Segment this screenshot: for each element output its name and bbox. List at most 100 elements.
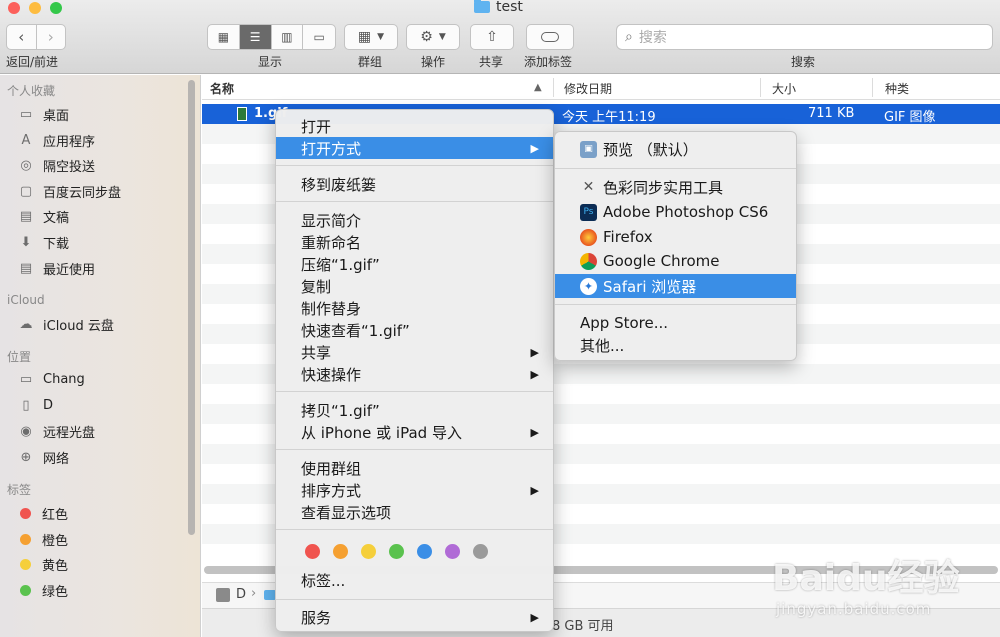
menu-item-copy[interactable]: 拷贝“1.gif” <box>276 399 553 421</box>
menu-item-share[interactable]: 共享 ▶ <box>276 341 553 363</box>
free-space: 8 GB 可用 <box>552 619 614 634</box>
sidebar-item-label: Chang <box>43 371 85 387</box>
add-tag-button[interactable] <box>526 24 574 50</box>
recents-icon: ▤ <box>19 261 33 276</box>
tag-red-dot[interactable] <box>305 544 320 559</box>
menu-item-rename[interactable]: 重新命名 <box>276 231 553 253</box>
icon-view-icon[interactable]: ▦ <box>208 25 240 49</box>
menu-item-label: 快速操作 <box>301 365 362 384</box>
tag-purple-dot[interactable] <box>445 544 460 559</box>
menu-item-label: 服务 <box>301 608 332 627</box>
firefox-icon <box>580 228 597 246</box>
menu-item-label: Safari 浏览器 <box>603 277 697 296</box>
folder-icon <box>474 0 490 13</box>
sort-arrow-icon: ▲ <box>534 82 542 93</box>
group-button[interactable]: ▦ ▼ <box>344 24 398 50</box>
sidebar-item-applications[interactable]: A 应用程序 <box>17 131 95 150</box>
menu-item-app-store[interactable]: App Store... <box>555 312 796 334</box>
app-preview[interactable]: ▣ 预览 （默认） <box>555 137 796 161</box>
gallery-view-icon[interactable]: ▭ <box>303 25 335 49</box>
sidebar-item-recents[interactable]: ▤ 最近使用 <box>17 259 95 278</box>
sidebar-item-documents[interactable]: ▤ 文稿 <box>17 207 69 226</box>
tag-orange-dot[interactable] <box>333 544 348 559</box>
sidebar-item-chang[interactable]: ▭ Chang <box>17 371 85 387</box>
orange-tag-dot <box>20 534 31 545</box>
app-safari[interactable]: ✦ Safari 浏览器 <box>555 274 796 298</box>
menu-item-quick-look[interactable]: 快速查看“1.gif” <box>276 319 553 341</box>
menu-item-duplicate[interactable]: 复制 <box>276 275 553 297</box>
tag-gray-dot[interactable] <box>473 544 488 559</box>
tags-header: 标签 <box>7 483 32 497</box>
column-modified[interactable]: 修改日期 <box>564 80 612 97</box>
app-firefox[interactable]: Firefox <box>555 225 796 249</box>
sidebar-tag-yellow[interactable]: 黄色 <box>17 555 68 574</box>
sidebar-item-airdrop[interactable]: ◎ 隔空投送 <box>17 156 95 175</box>
menu-item-other[interactable]: 其他... <box>555 334 796 356</box>
menu-item-label: 压缩“1.gif” <box>301 255 380 274</box>
close-button[interactable] <box>8 2 20 14</box>
forward-button[interactable]: › <box>37 25 66 49</box>
zoom-button[interactable] <box>50 2 62 14</box>
menu-item-services[interactable]: 服务 ▶ <box>276 606 553 628</box>
path-disk[interactable]: D <box>236 587 246 602</box>
menu-item-get-info[interactable]: 显示简介 <box>276 209 553 231</box>
menu-item-make-alias[interactable]: 制作替身 <box>276 297 553 319</box>
nav-label: 返回/前进 <box>6 55 59 69</box>
app-photoshop[interactable]: Ps Adobe Photoshop CS6 <box>555 200 796 224</box>
menu-item-open[interactable]: 打开 <box>276 115 553 137</box>
sidebar-tag-orange[interactable]: 橙色 <box>17 530 68 549</box>
column-kind[interactable]: 种类 <box>885 80 909 97</box>
menu-item-sort-by[interactable]: 排序方式 ▶ <box>276 479 553 501</box>
downloads-icon: ⬇ <box>20 235 32 250</box>
sidebar-item-desktop[interactable]: ▭ 桌面 <box>17 105 69 124</box>
sidebar-scrollbar[interactable] <box>188 80 195 535</box>
sidebar-item-label: iCloud 云盘 <box>43 319 114 334</box>
search-field[interactable]: ⌕ 搜索 <box>616 24 993 50</box>
sidebar-item-d[interactable]: ▯ D <box>17 397 53 413</box>
menu-separator <box>555 168 796 169</box>
menu-separator <box>276 529 553 530</box>
share-button[interactable]: ⇧ <box>470 24 514 50</box>
action-button[interactable]: ⚙ ▼ <box>406 24 460 50</box>
file-modified: 今天 上午11:19 <box>562 110 656 125</box>
app-chrome[interactable]: Google Chrome <box>555 249 796 273</box>
menu-item-label: 快速查看“1.gif” <box>301 321 410 340</box>
list-view-icon[interactable]: ☰ <box>239 25 272 49</box>
sidebar-tag-green[interactable]: 绿色 <box>17 581 68 600</box>
desktop-icon: ▭ <box>19 107 33 122</box>
menu-item-use-groups[interactable]: 使用群组 <box>276 457 553 479</box>
tag-green-dot[interactable] <box>389 544 404 559</box>
sidebar-item-remote-disc[interactable]: ◉ 远程光盘 <box>17 422 95 441</box>
minimize-button[interactable] <box>29 2 41 14</box>
menu-item-tags[interactable]: 标签... <box>276 569 553 591</box>
sidebar-item-downloads[interactable]: ⬇ 下载 <box>17 233 69 252</box>
share-label: 共享 <box>479 55 504 69</box>
column-name[interactable]: 名称 <box>210 80 234 97</box>
menu-item-trash[interactable]: 移到废纸篓 <box>276 173 553 195</box>
sidebar-item-icloud-drive[interactable]: ☁ iCloud 云盘 <box>17 315 114 334</box>
sidebar-item-baidu-sync[interactable]: ▢ 百度云同步盘 <box>17 182 121 201</box>
column-view-icon[interactable]: ▥ <box>272 25 304 49</box>
sidebar-item-label: 绿色 <box>42 585 69 600</box>
app-colorsync[interactable]: ✕ 色彩同步实用工具 <box>555 175 796 199</box>
sidebar-item-network[interactable]: ⊕ 网络 <box>17 448 69 467</box>
column-size[interactable]: 大小 <box>772 80 796 97</box>
menu-item-open-with[interactable]: 打开方式 ▶ <box>276 137 553 159</box>
back-button[interactable]: ‹ <box>7 25 37 49</box>
tag-blue-dot[interactable] <box>417 544 432 559</box>
watermark-url: jingyan.baidu.com <box>776 600 932 618</box>
menu-item-import-iphone[interactable]: 从 iPhone 或 iPad 导入 ▶ <box>276 421 553 443</box>
sidebar-item-label: 远程光盘 <box>43 426 96 441</box>
sidebar-tag-red[interactable]: 红色 <box>17 504 68 523</box>
green-tag-dot <box>20 585 31 596</box>
tag-yellow-dot[interactable] <box>361 544 376 559</box>
path-separator: › <box>251 586 257 601</box>
list-header: 名称 ▲ 修改日期 大小 种类 <box>202 75 1000 100</box>
menu-item-compress[interactable]: 压缩“1.gif” <box>276 253 553 275</box>
menu-item-view-options[interactable]: 查看显示选项 <box>276 501 553 523</box>
sidebar-item-label: 黄色 <box>42 559 69 574</box>
menu-item-quick-actions[interactable]: 快速操作 ▶ <box>276 363 553 385</box>
menu-item-label: 查看显示选项 <box>301 503 392 522</box>
menu-separator <box>276 391 553 392</box>
sidebar-item-label: 橙色 <box>42 534 69 549</box>
